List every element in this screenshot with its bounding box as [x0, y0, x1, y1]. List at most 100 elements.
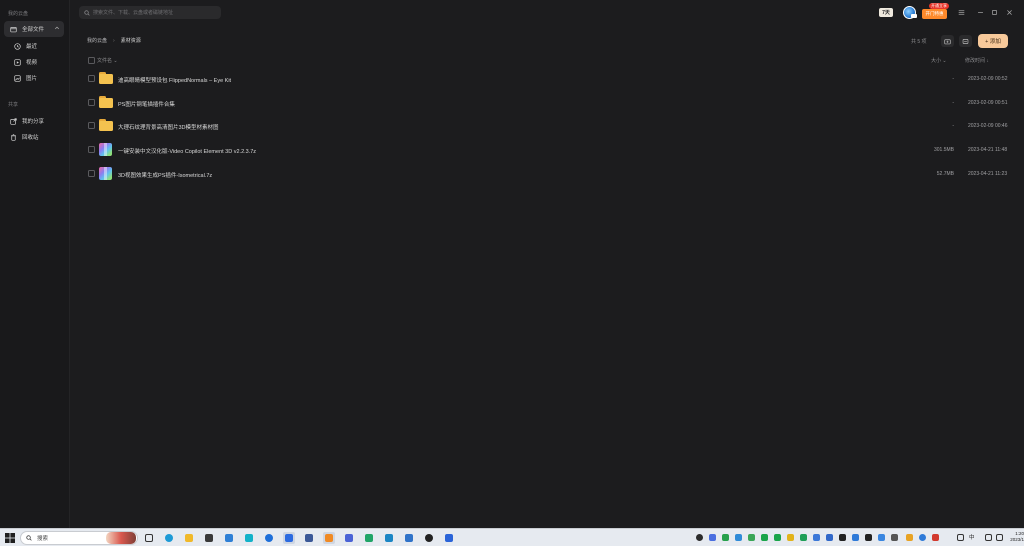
file-size: - [952, 76, 954, 82]
chevron-up-icon[interactable] [54, 25, 60, 31]
tray-wechat-icon[interactable] [774, 534, 781, 541]
file-name[interactable]: 一键安装中文汉化版-Video Copilot Element 3D v2.2.… [118, 147, 256, 155]
app-download-icon[interactable] [263, 532, 275, 544]
close-icon[interactable] [1005, 8, 1014, 17]
file-modified-time: 2023-04-21 11:48 [968, 147, 1008, 153]
sidebar: 我的云盘 全部文件 最近 视频 图片 共享 我的分享 回收站 [0, 0, 70, 528]
table-row[interactable]: 3D视图效果生成PS插件-Isometrical.7z 52.7MB 2023-… [80, 163, 1014, 185]
menu-icon[interactable] [957, 8, 966, 17]
column-header-name[interactable]: 文件名 ⌄ [97, 57, 118, 64]
breadcrumb: 我的云盘 › 素材资源 [87, 37, 141, 45]
image-icon [14, 74, 21, 82]
taskbar-search-label: 搜索 [37, 536, 49, 542]
table-row[interactable]: 迪高眼睛模型预设包 FlippedNormals – Eye Kit - 202… [80, 68, 1014, 90]
view-toggle-button[interactable] [959, 35, 972, 47]
app-z-icon[interactable] [243, 532, 255, 544]
video-icon [14, 58, 21, 66]
row-checkbox[interactable] [88, 146, 95, 153]
file-name[interactable]: 大理石纹理背景高清图片3D模型材素材图 [118, 123, 219, 131]
mail-icon[interactable] [223, 532, 235, 544]
taskbar: 搜索 中 1:20 2023/1 [0, 528, 1024, 546]
taskbar-clock[interactable]: 1:20 2023/1 [1006, 531, 1024, 543]
sidebar-item-all-files[interactable]: 全部文件 [4, 21, 64, 37]
search-icon [84, 9, 90, 16]
app-23-icon[interactable] [343, 532, 355, 544]
search-input[interactable]: 搜索文件、下载、云盘或者磁链地址 [79, 6, 221, 19]
file-explorer-icon[interactable] [183, 532, 195, 544]
notification-icon[interactable] [996, 534, 1003, 541]
column-header-time[interactable]: 修改时间 ↓ [965, 57, 989, 64]
app-cloud-icon[interactable] [443, 532, 455, 544]
tray-app-icon[interactable] [891, 534, 898, 541]
tray-app-icon[interactable] [787, 534, 794, 541]
store-icon[interactable] [203, 532, 215, 544]
table-row[interactable]: 一键安装中文汉化版-Video Copilot Element 3D v2.2.… [80, 139, 1014, 161]
app-qq-icon[interactable] [303, 532, 315, 544]
folder-icon [99, 96, 113, 109]
sidebar-item-video[interactable]: 视频 [10, 54, 64, 70]
row-checkbox[interactable] [88, 122, 95, 129]
tray-wechat-icon[interactable] [761, 534, 768, 541]
select-all-checkbox[interactable] [88, 57, 95, 64]
sidebar-item-recent[interactable]: 最近 [10, 38, 64, 54]
tray-app-icon[interactable] [709, 534, 716, 541]
sidebar-item-label: 最近 [26, 44, 38, 50]
maximize-icon[interactable] [990, 8, 999, 17]
breadcrumb-root[interactable]: 我的云盘 [87, 37, 107, 44]
network-icon[interactable] [985, 534, 992, 541]
file-modified-time: 2023-02-09 00:52 [968, 76, 1008, 82]
volume-icon[interactable] [957, 534, 964, 541]
app-f-icon[interactable] [423, 532, 435, 544]
tray-app-icon[interactable] [696, 534, 703, 541]
tray-app-icon[interactable] [800, 534, 807, 541]
sidebar-group-cloud: 我的云盘 [8, 11, 29, 17]
vip-badge[interactable]: 7天 [879, 8, 893, 17]
tray-app-icon[interactable] [826, 534, 833, 541]
tray-app-icon[interactable] [865, 534, 872, 541]
sidebar-item-label: 我的分享 [22, 119, 45, 125]
edge-browser-icon[interactable] [163, 532, 175, 544]
table-row[interactable]: 大理石纹理背景高清图片3D模型材素材图 - 2023-02-09 00:46 [80, 115, 1014, 137]
avatar-status-icon [911, 14, 917, 18]
column-header-size[interactable]: 大小 ⌄ [931, 57, 947, 64]
file-name[interactable]: PS图片钢笔描插件合集 [118, 100, 175, 108]
windows-start-icon[interactable] [5, 533, 15, 543]
file-size: 52.7MB [936, 171, 954, 177]
row-checkbox[interactable] [88, 170, 95, 177]
app-screen-icon[interactable] [383, 532, 395, 544]
row-checkbox[interactable] [88, 99, 95, 106]
ime-indicator[interactable]: 中 [969, 533, 975, 541]
sidebar-item-my-share[interactable]: 我的分享 [4, 113, 64, 129]
tray-app-icon[interactable] [839, 534, 846, 541]
folder-icon [10, 26, 17, 33]
app-active-icon[interactable] [283, 532, 295, 544]
new-folder-button[interactable] [941, 35, 954, 47]
add-button[interactable]: + 添加 [978, 34, 1008, 48]
app-green-icon[interactable] [363, 532, 375, 544]
tray-app-icon[interactable] [906, 534, 913, 541]
sidebar-item-trash[interactable]: 回收站 [4, 129, 64, 145]
promo-button[interactable]: 开门特惠 [922, 9, 947, 19]
tray-app-icon[interactable] [722, 534, 729, 541]
wechat-icon[interactable] [323, 532, 335, 544]
file-size: - [952, 100, 954, 106]
minimize-icon[interactable] [976, 8, 985, 17]
file-name[interactable]: 3D视图效果生成PS插件-Isometrical.7z [118, 171, 212, 179]
tray-chevron-up-icon[interactable] [681, 534, 688, 541]
promo-tag: 开通立享 [929, 3, 949, 9]
tray-app-icon[interactable] [932, 534, 939, 541]
tray-app-icon[interactable] [813, 534, 820, 541]
tray-app-icon[interactable] [852, 534, 859, 541]
sidebar-item-label: 全部文件 [22, 27, 45, 33]
tray-app-icon[interactable] [735, 534, 742, 541]
app-cd-icon[interactable] [403, 532, 415, 544]
tray-app-icon[interactable] [748, 534, 755, 541]
tray-app-icon[interactable] [878, 534, 885, 541]
file-name[interactable]: 迪高眼睛模型预设包 FlippedNormals – Eye Kit [118, 76, 231, 84]
trash-icon [10, 133, 17, 141]
table-row[interactable]: PS图片钢笔描插件合集 - 2023-02-09 00:51 [80, 92, 1014, 114]
tray-app-icon[interactable] [919, 534, 926, 541]
task-view-icon[interactable] [143, 532, 155, 544]
row-checkbox[interactable] [88, 75, 95, 82]
sidebar-item-image[interactable]: 图片 [10, 70, 64, 86]
